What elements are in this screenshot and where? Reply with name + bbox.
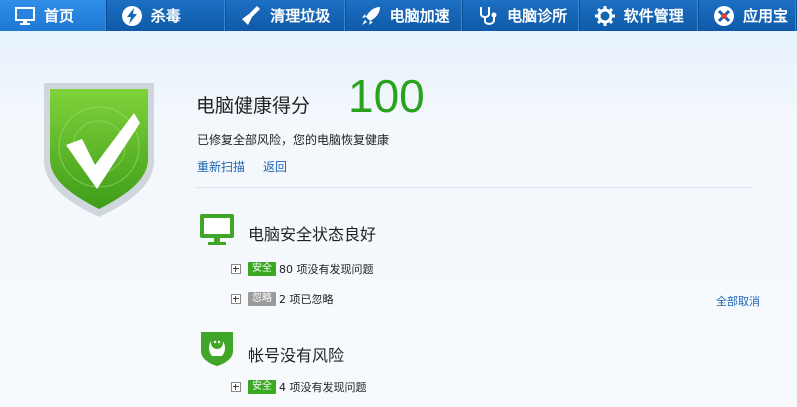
nav-tab-label: 杀毒	[150, 7, 181, 25]
nav-tab-label: 软件管理	[623, 7, 684, 25]
health-status-text: 已修复全部风险，您的电脑恢复健康	[197, 133, 390, 147]
expand-icon[interactable]	[231, 382, 241, 392]
back-link[interactable]: 返回	[263, 158, 287, 175]
stethoscope-icon	[477, 5, 499, 27]
lightning-icon	[121, 5, 143, 27]
nav-tab-antivirus[interactable]: 杀毒	[107, 0, 227, 31]
nav-tab-label: 首页	[44, 7, 75, 25]
nav-tab-clean[interactable]: 清理垃圾	[226, 0, 346, 31]
status-badge: 安全	[248, 380, 276, 394]
top-nav: 首页 杀毒 清理垃圾 电脑加速 电脑诊所 软件管理 应用宝	[0, 0, 797, 31]
section-title: 电脑安全状态良好	[248, 225, 377, 244]
result-text: 4 项没有发现问题	[279, 381, 367, 394]
monitor-icon	[14, 5, 36, 27]
health-score-title: 电脑健康得分	[196, 95, 311, 117]
expand-icon[interactable]	[231, 264, 241, 274]
app-store-icon	[713, 5, 735, 27]
rescan-link[interactable]: 重新扫描	[197, 158, 245, 175]
cancel-all-link[interactable]: 全部取消	[716, 293, 760, 309]
divider	[196, 187, 752, 188]
result-row[interactable]: 忽略 2 项已忽略	[231, 291, 334, 307]
result-row[interactable]: 安全 4 项没有发现问题	[231, 379, 367, 395]
result-row[interactable]: 安全 80 项没有发现问题	[231, 261, 374, 277]
nav-tab-label: 电脑加速	[389, 7, 450, 25]
gear-icon	[594, 5, 616, 27]
main-panel: 电脑健康得分 100 已修复全部风险，您的电脑恢复健康 重新扫描 返回 电脑安全…	[0, 31, 797, 407]
monitor-icon	[200, 214, 234, 245]
nav-tab-label: 电脑诊所	[507, 7, 568, 25]
nav-tab-speedup[interactable]: 电脑加速	[346, 0, 464, 31]
result-text: 2 项已忽略	[279, 293, 334, 306]
nav-tab-home[interactable]: 首页	[0, 0, 107, 31]
shield-check-icon	[44, 83, 154, 217]
qq-penguin-icon	[201, 332, 233, 366]
result-text: 80 项没有发现问题	[279, 263, 374, 276]
rocket-icon	[360, 5, 382, 27]
health-score-value: 100	[348, 70, 425, 122]
expand-icon[interactable]	[231, 294, 241, 304]
nav-tab-software[interactable]: 软件管理	[580, 0, 700, 31]
nav-tab-clinic[interactable]: 电脑诊所	[463, 0, 580, 31]
status-badge: 安全	[248, 262, 276, 276]
action-links: 重新扫描 返回	[197, 158, 287, 175]
nav-tab-label: 清理垃圾	[270, 7, 331, 25]
nav-tab-label: 应用宝	[743, 7, 789, 25]
section-title: 帐号没有风险	[248, 346, 345, 365]
broom-icon	[240, 5, 262, 27]
nav-tab-app-store[interactable]: 应用宝	[699, 0, 797, 31]
status-badge: 忽略	[248, 292, 276, 306]
